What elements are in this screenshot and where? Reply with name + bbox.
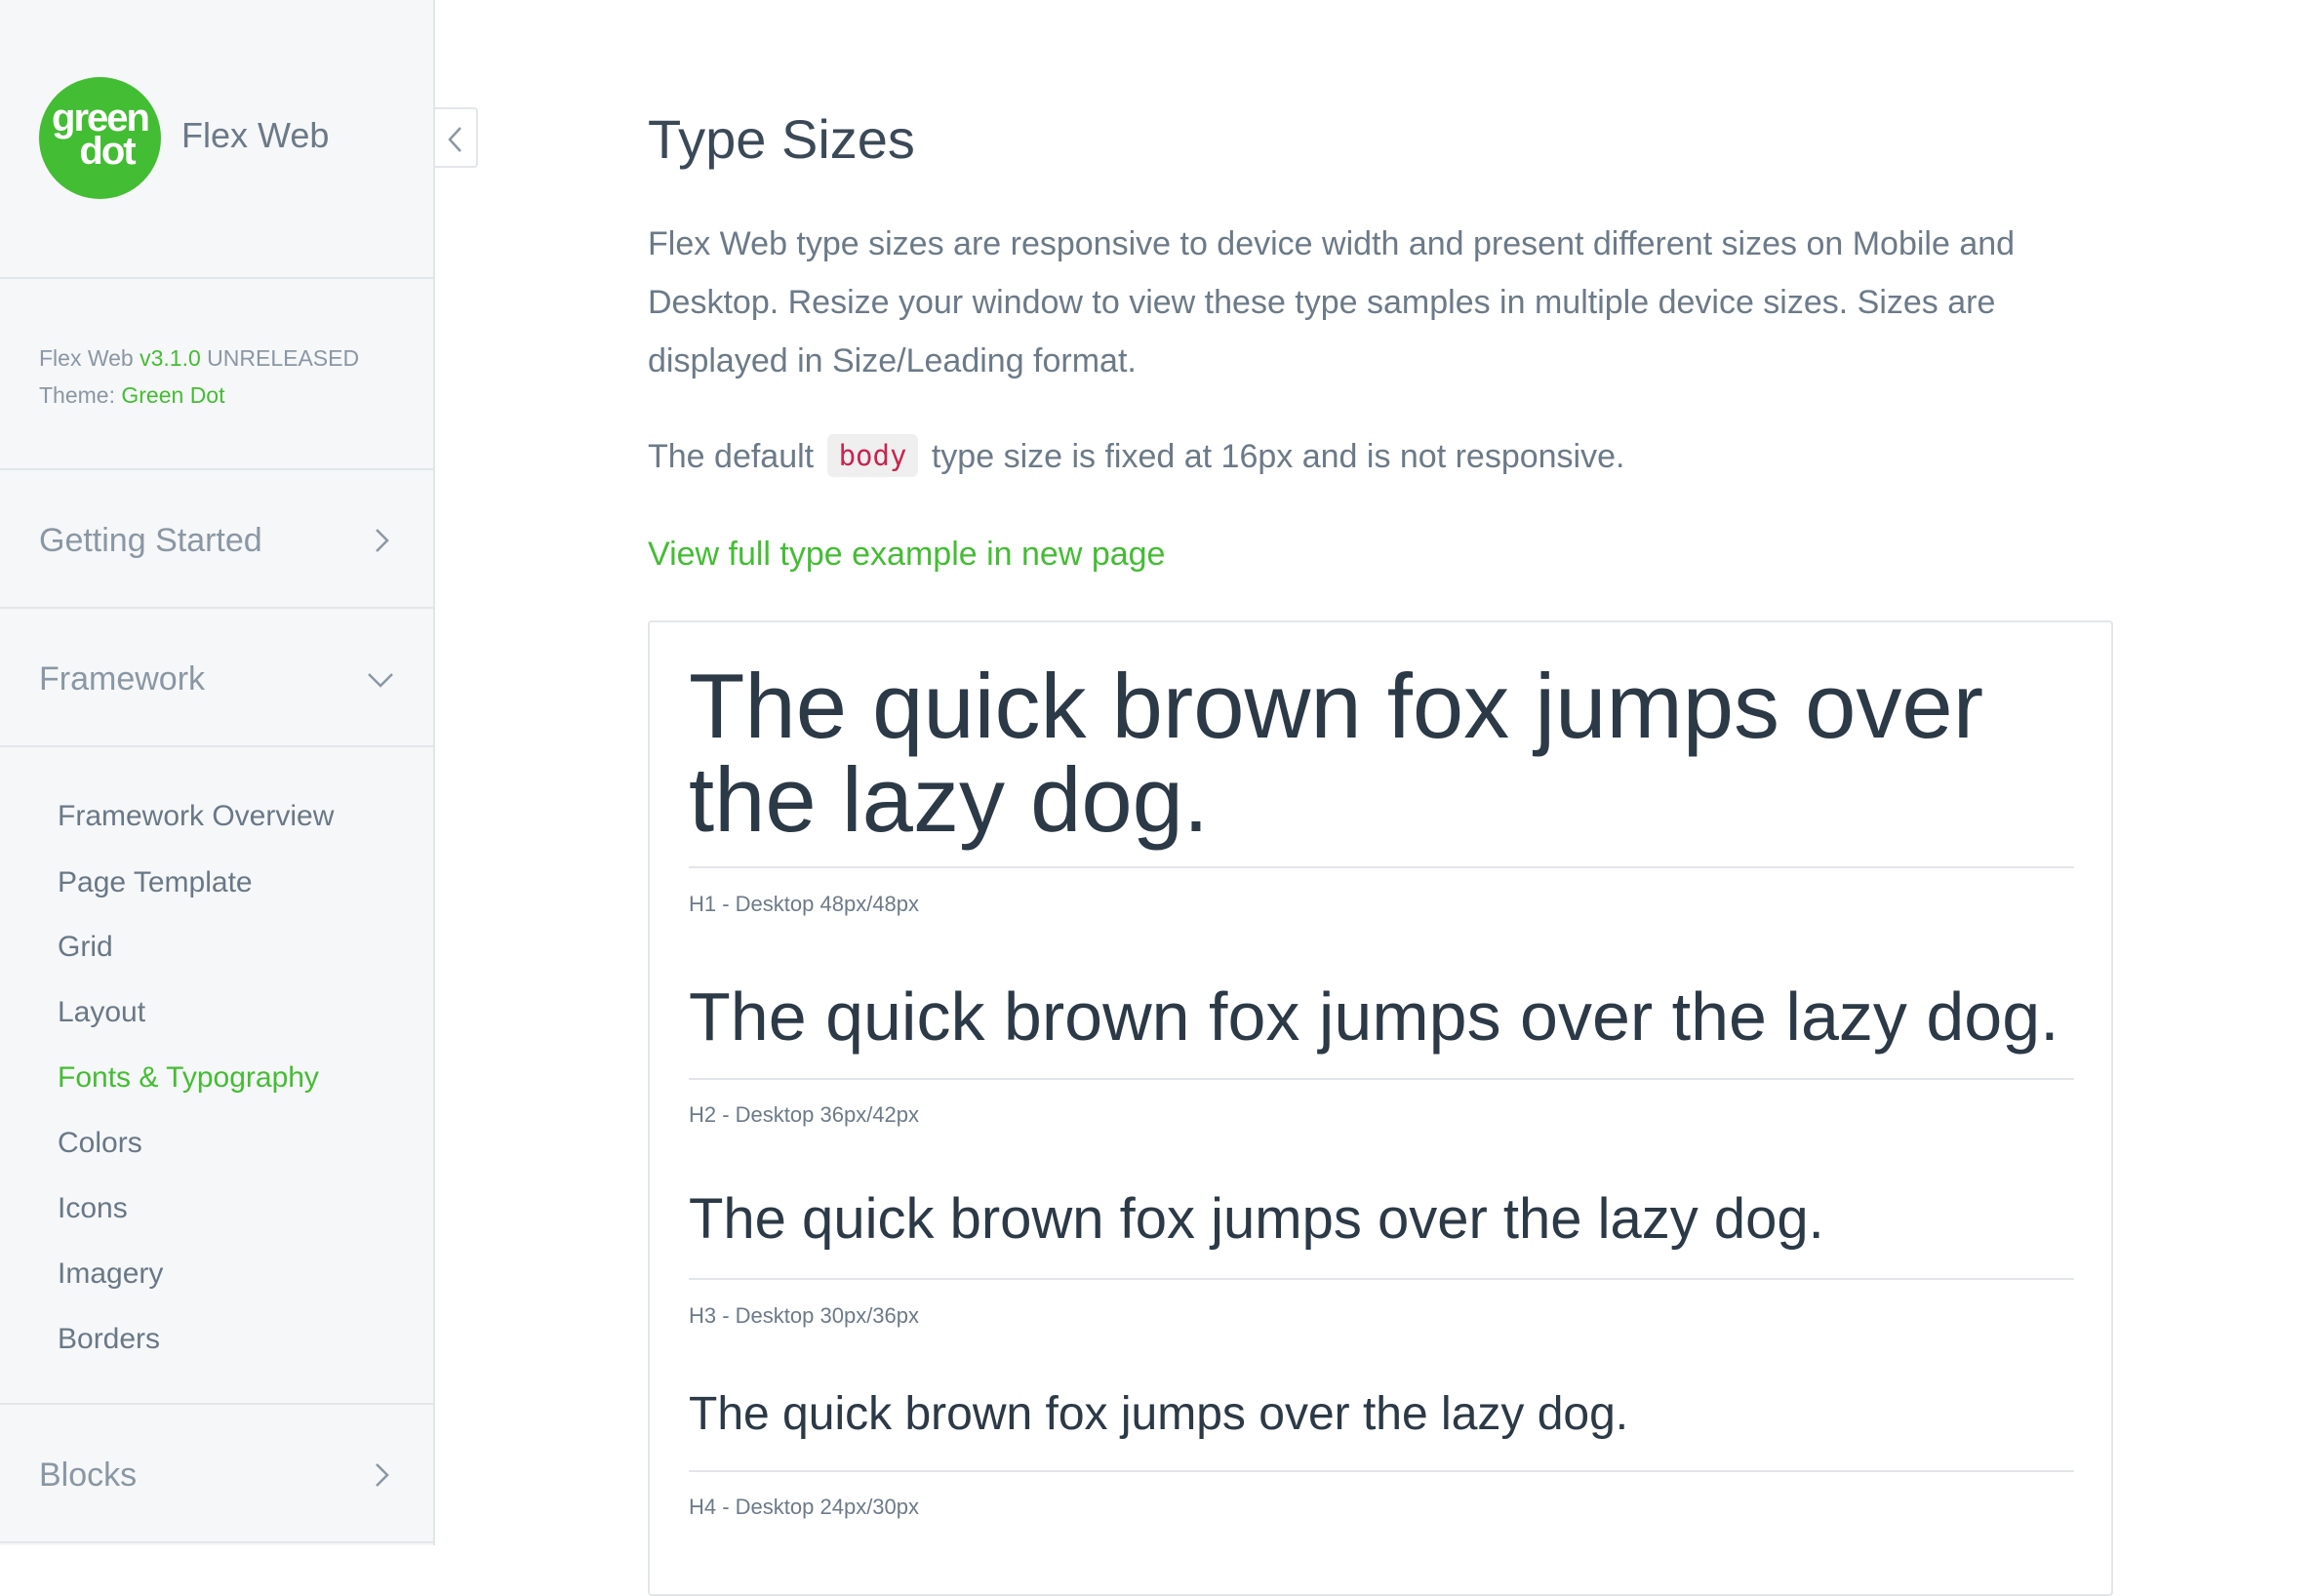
body-code-tag: body — [826, 434, 919, 477]
intro-paragraph: Flex Web type sizes are responsive to de… — [648, 225, 2016, 379]
divider — [689, 866, 2074, 868]
green-dot-logo[interactable]: green dot — [39, 77, 161, 199]
h1-caption: H1 - Desktop 48px/48px — [689, 892, 920, 916]
version-prefix: Flex Web — [39, 345, 140, 371]
chevron-right-icon — [376, 529, 389, 552]
sidebar-item-icons[interactable]: Icons — [58, 1189, 128, 1228]
chevron-right-icon — [376, 1463, 389, 1487]
divider — [689, 1278, 2074, 1280]
sidebar-item-fonts-typography[interactable]: Fonts & Typography — [58, 1058, 319, 1097]
theme-line: Theme: Green Dot — [39, 377, 433, 414]
h3-caption: H3 - Desktop 30px/36px — [689, 1303, 920, 1328]
h4-sample: The quick brown fox jumps over the lazy … — [689, 1388, 1629, 1440]
theme-value[interactable]: Green Dot — [121, 382, 224, 408]
default-note-suffix: type size is fixed at 16px and is not re… — [922, 438, 1625, 475]
nav-section-label: Framework — [39, 660, 206, 698]
version-status: UNRELEASED — [200, 345, 360, 371]
nav-section-blocks[interactable]: Blocks — [0, 1407, 433, 1543]
version-number[interactable]: v3.1.0 — [140, 345, 201, 371]
sidebar-item-page-template[interactable]: Page Template — [58, 863, 253, 902]
sidebar-item-framework-overview[interactable]: Framework Overview — [58, 797, 334, 836]
divider — [689, 1470, 2074, 1472]
sidebar-collapse-button[interactable] — [435, 107, 478, 168]
nav-section-framework[interactable]: Framework — [0, 611, 433, 747]
chevron-down-icon — [368, 673, 393, 688]
chevron-left-icon — [448, 127, 461, 152]
nav-section-label: Getting Started — [39, 522, 262, 559]
app-title: Flex Web — [181, 115, 330, 155]
sidebar-header: green dot Flex Web — [0, 0, 433, 279]
type-samples-card: The quick brown fox jumps over the lazy … — [648, 620, 2113, 1596]
view-full-type-example-link[interactable]: View full type example in new page — [648, 525, 1165, 583]
nav-section-getting-started[interactable]: Getting Started — [0, 472, 433, 609]
sidebar-item-borders[interactable]: Borders — [58, 1320, 160, 1359]
theme-label: Theme: — [39, 382, 122, 408]
sidebar-item-layout[interactable]: Layout — [58, 993, 145, 1032]
default-size-note: The default body type size is fixed at 1… — [648, 427, 2072, 486]
sidebar-item-imagery[interactable]: Imagery — [58, 1255, 163, 1294]
h2-caption: H2 - Desktop 36px/42px — [689, 1102, 920, 1127]
version-info: Flex Web v3.1.0 UNRELEASED Theme: Green … — [0, 281, 433, 470]
h1-sample: The quick brown fox jumps over the lazy … — [689, 655, 1984, 851]
sidebar-item-grid[interactable]: Grid — [58, 928, 113, 967]
h3-sample: The quick brown fox jumps over the lazy … — [689, 1187, 1824, 1251]
logo-line-2: dot — [79, 130, 136, 173]
sidebar: green dot Flex Web Flex Web v3.1.0 UNREL… — [0, 0, 435, 1545]
divider — [689, 1078, 2074, 1080]
framework-submenu: Framework Overview Page Template Grid La… — [0, 745, 433, 1405]
nav-section-label: Blocks — [39, 1456, 138, 1494]
h4-caption: H4 - Desktop 24px/30px — [689, 1495, 920, 1519]
sidebar-item-colors[interactable]: Colors — [58, 1124, 142, 1163]
default-note-prefix: The default — [648, 438, 823, 475]
h2-sample: The quick brown fox jumps over the lazy … — [689, 978, 2059, 1055]
version-line: Flex Web v3.1.0 UNRELEASED — [39, 339, 433, 377]
page-title: Type Sizes — [648, 108, 915, 170]
